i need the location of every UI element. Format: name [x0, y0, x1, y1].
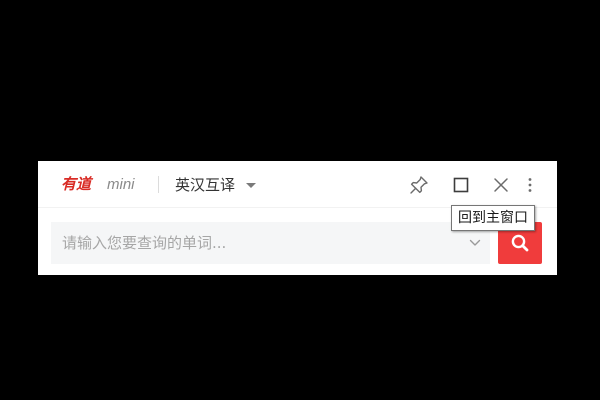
pin-icon	[410, 176, 428, 194]
caret-down-icon	[246, 182, 257, 188]
tooltip-back-to-main: 回到主窗口	[451, 205, 535, 231]
translation-mode-label: 英汉互译	[175, 176, 236, 194]
back-to-main-window-button[interactable]	[448, 172, 474, 198]
chevron-down-icon	[469, 239, 481, 246]
close-icon	[494, 178, 508, 192]
close-button[interactable]	[488, 172, 514, 198]
title-divider	[158, 176, 159, 193]
search-box	[51, 222, 490, 264]
search-icon	[511, 234, 529, 252]
more-options-button[interactable]	[520, 172, 540, 198]
youdao-logo: 有道	[61, 175, 92, 193]
translation-mode-dropdown[interactable]: 英汉互译	[175, 172, 257, 198]
pin-button[interactable]	[406, 172, 432, 198]
search-input[interactable]	[51, 223, 460, 263]
more-vertical-icon	[528, 178, 532, 192]
maximize-icon	[453, 177, 469, 193]
logo-mini-label: mini	[107, 176, 135, 193]
title-bar[interactable]: 有道 mini 英汉互译	[38, 161, 557, 207]
